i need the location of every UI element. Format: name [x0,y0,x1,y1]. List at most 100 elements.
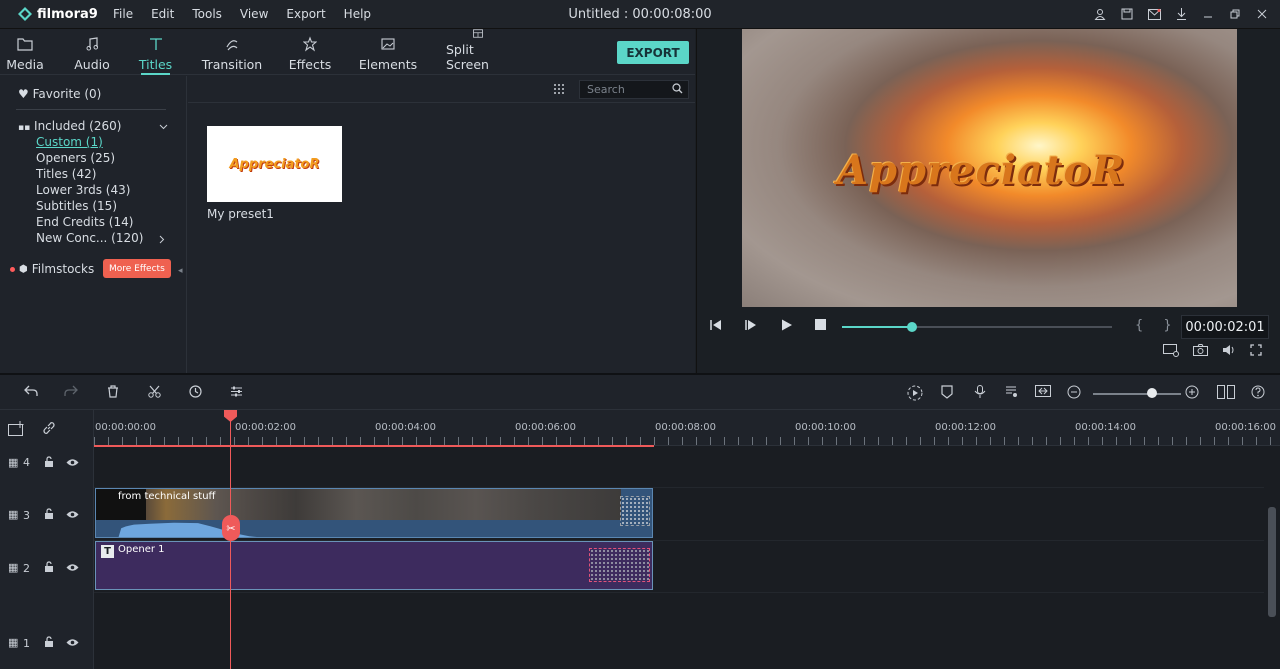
folder-icon [17,38,33,51]
eye-icon[interactable] [66,457,79,470]
menu-edit[interactable]: Edit [142,7,183,21]
marker-icon[interactable] [941,385,953,403]
zoom-slider[interactable] [1093,393,1181,395]
app-logo: filmora9 [18,7,104,22]
lock-icon[interactable] [44,508,54,522]
search-input[interactable]: Search [579,80,689,99]
category-filmstocks[interactable]: ⬢ Filmstocks [10,262,94,276]
tab-audio[interactable]: Audio [74,29,110,75]
minimize-icon[interactable] [1200,6,1216,22]
menu-help[interactable]: Help [335,7,380,21]
video-clip[interactable]: from technical stuff [95,488,653,538]
previous-frame-icon[interactable] [709,319,723,334]
content-toolbar: Search [188,76,695,103]
title-clip[interactable]: T Opener 1 [95,541,653,590]
zoom-slider-knob[interactable] [1147,388,1157,398]
timeline-scrollbar[interactable] [1268,507,1276,617]
tab-titles[interactable]: Titles [139,29,172,75]
mail-icon[interactable] [1146,6,1162,22]
menu-tools[interactable]: Tools [183,7,231,21]
playhead-line[interactable] [230,420,231,669]
more-effects-badge[interactable]: More Effects [103,259,171,278]
help-icon[interactable] [1251,385,1265,403]
speed-clock-icon[interactable] [189,385,202,402]
filmstocks-label: Filmstocks [31,262,95,276]
lock-icon[interactable] [44,636,54,650]
volume-icon[interactable] [1222,344,1236,360]
zoom-in-icon[interactable] [1185,385,1199,403]
audio-waveform [118,522,278,537]
add-track-icon[interactable] [8,421,26,439]
menu-file[interactable]: File [104,7,142,21]
track-number: 4 [23,456,30,469]
download-icon[interactable] [1173,6,1189,22]
link-icon[interactable] [42,421,56,438]
scrubber-knob[interactable] [907,322,918,332]
ruler-label: 00:00:08:00 [655,422,717,433]
menu-export[interactable]: Export [277,7,334,21]
voiceover-list-icon[interactable] [1005,385,1019,402]
ruler-label: 00:00:04:00 [375,422,437,433]
undo-icon[interactable] [24,385,38,401]
chevron-right-icon[interactable] [159,233,165,247]
category-end-credits[interactable]: End Credits (14) [36,215,133,229]
fullscreen-icon[interactable] [1250,344,1262,360]
tab-media[interactable]: Media [6,29,44,75]
tab-effects[interactable]: Effects [289,29,331,75]
grid-view-icon[interactable] [553,83,565,98]
snapshot-icon[interactable] [1193,344,1208,360]
eye-icon[interactable] [66,509,79,522]
user-icon[interactable] [1092,6,1108,22]
preview-scrubber[interactable] [842,322,1112,332]
preset-thumbnail[interactable]: AppreciatoR [207,126,342,202]
play-frame-icon[interactable] [744,319,758,334]
category-subtitles[interactable]: Subtitles (15) [36,199,117,213]
adjust-icon[interactable] [230,385,243,402]
zoom-out-icon[interactable] [1067,385,1081,403]
display-settings-icon[interactable] [1163,344,1179,360]
search-icon[interactable] [672,83,683,97]
category-included[interactable]: ▪▪ Included (260) [18,119,168,133]
play-icon[interactable] [781,319,793,334]
preview-timecode: 00:00:02:01 [1181,315,1269,339]
save-icon[interactable] [1119,6,1135,22]
tab-transition[interactable]: Transition [202,29,262,75]
eye-icon[interactable] [66,637,79,650]
tab-elements[interactable]: Elements [359,29,417,75]
collapse-panel-icon[interactable]: ◂ [178,266,183,276]
scrubber-progress [842,326,913,328]
tab-label: Audio [74,57,110,72]
category-titles[interactable]: Titles (42) [36,167,96,181]
category-favorite[interactable]: ♥ Favorite (0) [18,87,101,101]
lock-icon[interactable] [44,456,54,470]
menu-view[interactable]: View [231,7,277,21]
tab-split-screen[interactable]: Split Screen [446,29,510,75]
split-audio-icon[interactable] [1035,385,1051,401]
restore-icon[interactable] [1227,6,1243,22]
category-lower-thirds[interactable]: Lower 3rds (43) [36,183,130,197]
track-row-4[interactable] [94,446,1264,488]
microphone-icon[interactable] [974,385,986,403]
mark-in-out-brackets[interactable]: { } [1135,318,1180,333]
redo-icon[interactable] [64,385,78,401]
timeline-head-tools [0,410,94,446]
render-preview-icon[interactable] [907,385,923,405]
timeline-ruler[interactable]: 00:00:00:00 00:00:02:00 00:00:04:00 00:0… [94,410,1280,447]
category-openers[interactable]: Openers (25) [36,151,115,165]
export-button[interactable]: EXPORT [617,41,689,64]
track-row-1[interactable] [94,593,1264,669]
chevron-down-icon[interactable] [159,119,168,133]
stop-icon[interactable] [815,319,826,333]
delete-icon[interactable] [107,385,119,402]
layout-icon[interactable] [1217,385,1235,403]
category-custom[interactable]: Custom (1) [36,135,103,149]
lock-icon[interactable] [44,561,54,575]
eye-icon[interactable] [66,562,79,575]
close-icon[interactable] [1254,6,1270,22]
split-scissors-icon[interactable]: ✂ [222,515,240,541]
cut-icon[interactable] [148,385,161,402]
video-preview[interactable]: AppreciatoR [742,29,1237,307]
category-new-concepts[interactable]: New Conc... (120) [36,231,143,245]
grid-icon: ▪▪ [18,123,31,133]
film-track-icon: ▦ [8,561,19,574]
